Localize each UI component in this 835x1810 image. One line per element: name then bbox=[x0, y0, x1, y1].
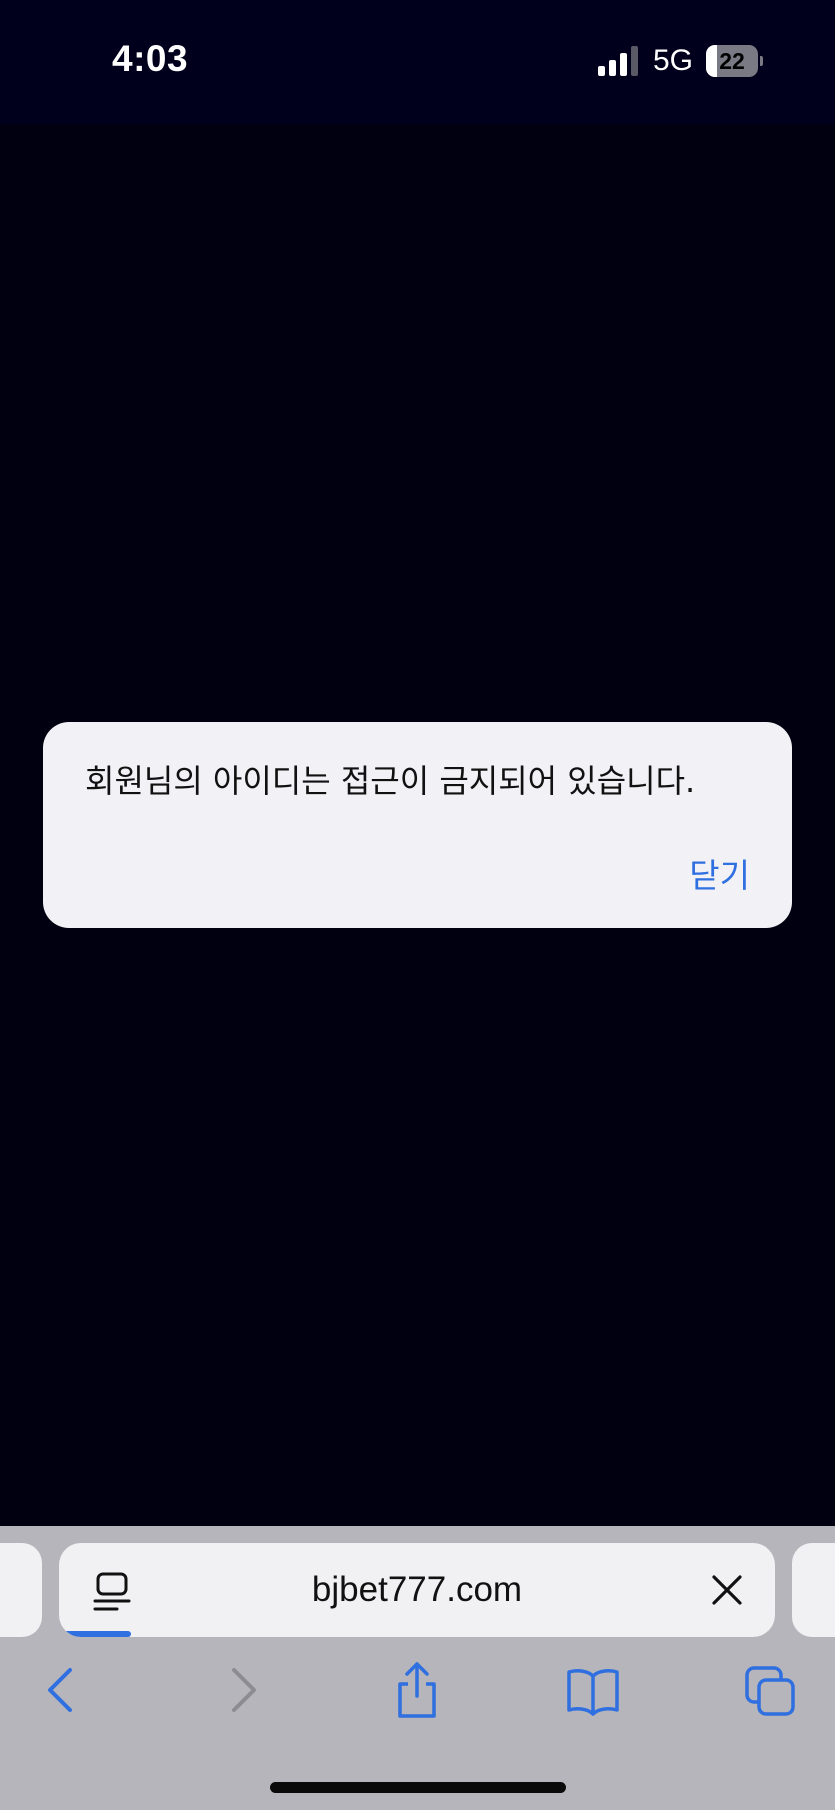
alert-message: 회원님의 아이디는 접근이 금지되어 있습니다. bbox=[85, 762, 696, 800]
battery-level: 22 bbox=[719, 48, 745, 74]
back-icon[interactable] bbox=[32, 1660, 92, 1720]
bookmarks-icon[interactable] bbox=[563, 1660, 623, 1720]
browser-toolbar: bjbet777.com bbox=[0, 1526, 835, 1810]
battery-tip bbox=[760, 56, 763, 66]
alert-dialog: 회원님의 아이디는 접근이 금지되어 있습니다. 닫기 bbox=[43, 722, 792, 928]
clear-icon[interactable] bbox=[711, 1574, 743, 1606]
load-progress-bar bbox=[59, 1631, 131, 1637]
address-url[interactable]: bjbet777.com bbox=[59, 1543, 775, 1637]
next-tab-preview[interactable] bbox=[792, 1543, 835, 1637]
share-icon[interactable] bbox=[387, 1660, 447, 1720]
forward-icon[interactable] bbox=[212, 1660, 272, 1720]
screen: 4:03 5G 22 회원님의 아이디는 접근이 금지되어 있습니다. 닫기 b… bbox=[0, 0, 835, 1810]
network-label: 5G bbox=[653, 44, 694, 77]
status-bar: 4:03 5G 22 bbox=[0, 0, 835, 124]
previous-tab-preview[interactable] bbox=[0, 1543, 42, 1637]
battery-body: 22 bbox=[706, 45, 758, 77]
battery-icon: 22 bbox=[706, 45, 763, 77]
home-indicator bbox=[270, 1782, 566, 1793]
alert-close-button[interactable]: 닫기 bbox=[689, 849, 750, 897]
signal-icon bbox=[598, 46, 638, 76]
status-time: 4:03 bbox=[112, 38, 189, 79]
address-bar[interactable]: bjbet777.com bbox=[59, 1543, 775, 1637]
tabs-icon[interactable] bbox=[741, 1660, 801, 1720]
